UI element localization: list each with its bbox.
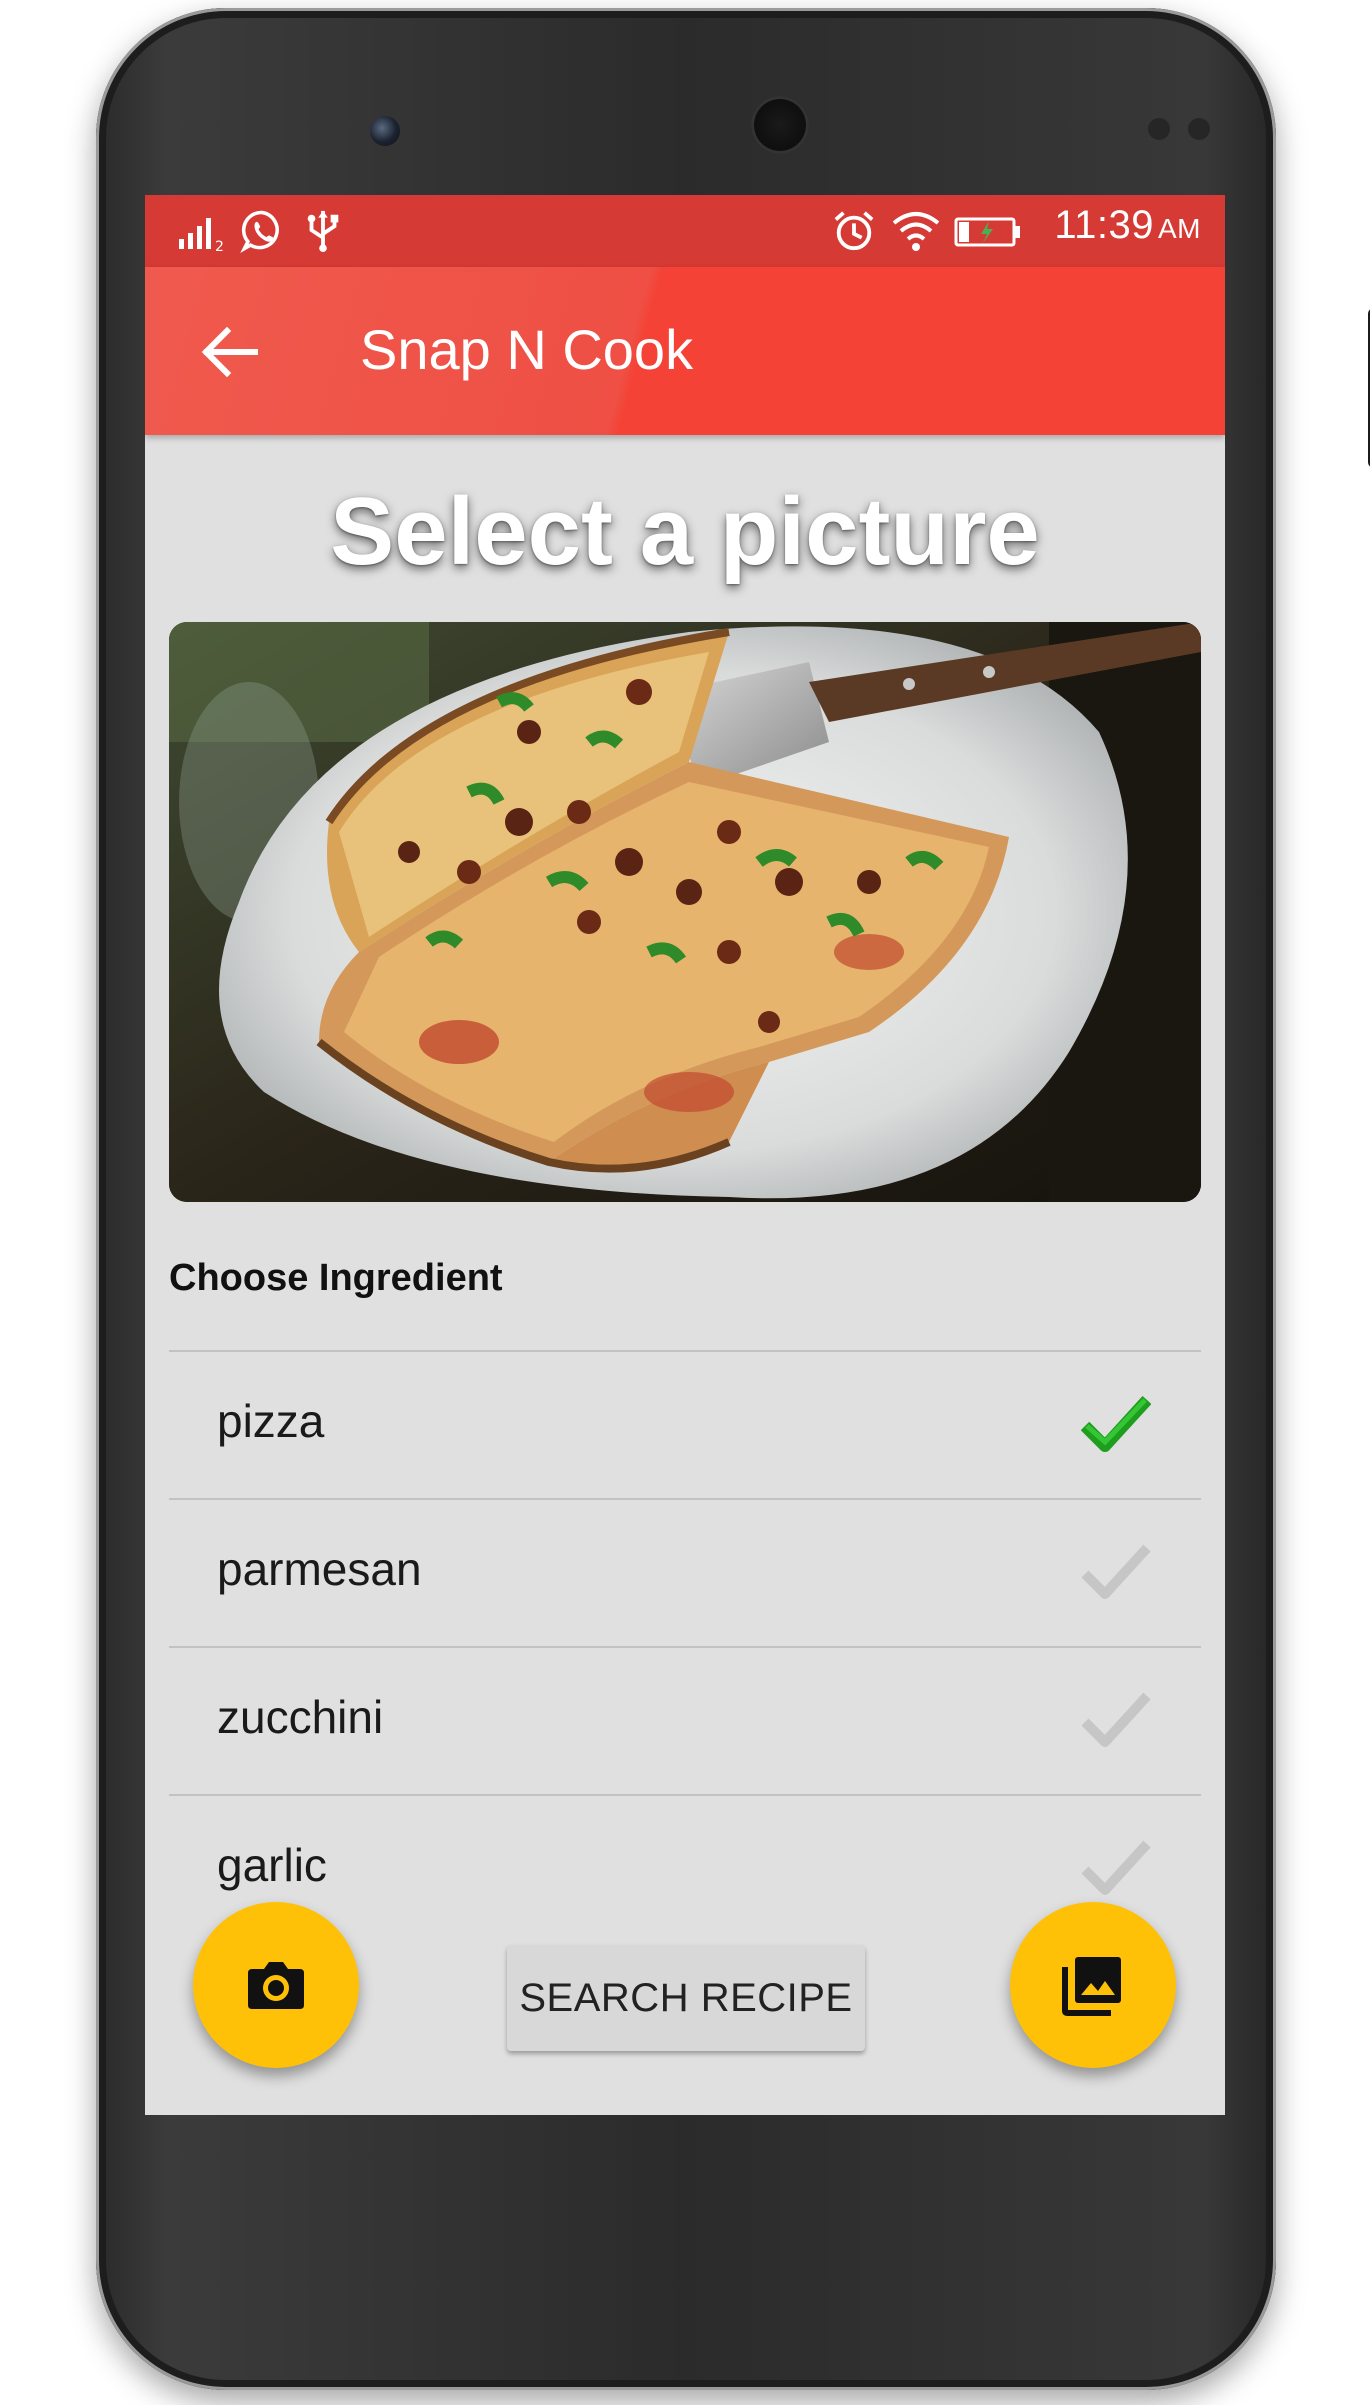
check-icon-unselected[interactable]: [1081, 1836, 1151, 1900]
ingredient-name: zucchini: [217, 1691, 384, 1743]
check-icon-unselected[interactable]: [1081, 1688, 1151, 1752]
photo-library-icon: [1062, 1957, 1121, 2016]
earpiece-speaker: [751, 96, 809, 154]
light-sensor: [1188, 118, 1210, 140]
proximity-sensor: [1148, 118, 1170, 140]
arrow-back-icon[interactable]: [195, 317, 265, 387]
alarm-icon: [834, 211, 874, 251]
ingredient-row-parmesan[interactable]: parmesan: [169, 1498, 1201, 1646]
app-toolbar: Snap N Cook: [145, 267, 1225, 435]
status-bar: 2 11:39 AM: [145, 195, 1225, 267]
gallery-fab[interactable]: [1010, 1902, 1176, 2068]
clock-ampm: AM: [1158, 213, 1201, 244]
app-screen: 2 11:39 AM Snap N Cook Select a picture …: [145, 195, 1225, 2115]
battery-charging-icon: [954, 217, 1020, 247]
choose-ingredient-label: Choose Ingredient: [169, 1257, 503, 1299]
clock: 11:39 AM: [1054, 203, 1201, 248]
usb-icon: [307, 210, 339, 253]
app-title: Snap N Cook: [360, 318, 694, 381]
wifi-icon: [892, 212, 940, 251]
svg-text:2: 2: [215, 239, 224, 253]
check-icon-selected[interactable]: [1081, 1392, 1151, 1456]
ingredient-list: pizza parmesan zucchini garlic: [169, 1350, 1201, 1942]
clock-time: 11:39: [1054, 203, 1154, 247]
ingredient-row-zucchini[interactable]: zucchini: [169, 1646, 1201, 1794]
check-icon-unselected[interactable]: [1081, 1540, 1151, 1604]
ingredient-name: garlic: [217, 1839, 327, 1891]
ingredient-name: pizza: [217, 1395, 325, 1447]
camera-fab[interactable]: [193, 1902, 359, 2068]
page-title: Select a picture: [330, 478, 1040, 585]
signal-icon: 2: [179, 218, 224, 253]
front-camera-lens: [370, 116, 400, 146]
whatsapp-icon: [240, 210, 279, 253]
pizza-photo[interactable]: [169, 622, 1201, 1202]
ingredient-name: parmesan: [217, 1543, 422, 1595]
ingredient-row-pizza[interactable]: pizza: [169, 1350, 1201, 1498]
camera-icon: [248, 1962, 304, 2009]
search-recipe-button[interactable]: SEARCH RECIPE: [507, 1945, 865, 2051]
